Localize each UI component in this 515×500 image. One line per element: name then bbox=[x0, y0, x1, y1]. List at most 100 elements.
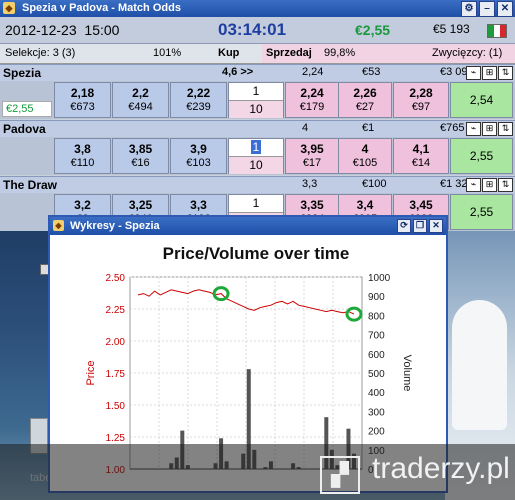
lay-volume: €27 bbox=[355, 101, 375, 113]
back-odds: 3,2 bbox=[74, 198, 91, 212]
runner-odds-row: 3,8 €110 3,85 €16 3,9 €103 1 10 3,95 €17 4 €105 4,1 €… bbox=[0, 137, 515, 175]
y-axis-label: Price bbox=[85, 360, 97, 385]
refresh-icon[interactable]: ⟳ bbox=[397, 219, 411, 233]
summary-bar: Selekcje: 3 (3) 101% Kup Sprzedaj 99,8% … bbox=[0, 44, 515, 64]
y2-tick-label: 800 bbox=[368, 311, 385, 322]
back-percentage: 101% bbox=[153, 47, 182, 59]
back-odds-button[interactable]: 2,2 €494 bbox=[112, 82, 169, 118]
expand-icon[interactable]: ⇅ bbox=[498, 178, 513, 192]
last-price-button[interactable]: 2,54 bbox=[450, 82, 513, 118]
settings-icon[interactable]: ⚙ bbox=[461, 1, 477, 17]
y-tick-label: 2.50 bbox=[106, 273, 126, 284]
runner-header[interactable]: Spezia 4,6 >> 2,24 €53 €3 099 ⌁ ⊞ ⇅ bbox=[0, 64, 515, 81]
runner-name[interactable]: Spezia bbox=[3, 66, 41, 80]
minimize-icon[interactable]: – bbox=[479, 1, 495, 17]
back-odds-button[interactable]: 3,85 €16 bbox=[112, 138, 169, 174]
back-odds-button[interactable]: 2,22 €239 bbox=[170, 82, 227, 118]
chart-app-icon: ◆ bbox=[53, 220, 64, 231]
y2-tick-label: 900 bbox=[368, 292, 385, 303]
chart-icon[interactable]: ⌁ bbox=[466, 66, 481, 80]
restore-icon[interactable]: ❐ bbox=[413, 219, 427, 233]
last-price: 2,55 bbox=[469, 149, 494, 163]
chart-icon[interactable]: ⌁ bbox=[466, 178, 481, 192]
runner-col3: €53 bbox=[362, 66, 381, 78]
winners-count: Zwycięzcy: (1) bbox=[432, 47, 503, 59]
app-icon: ◆ bbox=[3, 2, 15, 14]
y2-tick-label: 700 bbox=[368, 331, 385, 342]
back-odds: 3,8 bbox=[74, 142, 91, 156]
y2-tick-label: 300 bbox=[368, 407, 385, 418]
wallpaper-penguin bbox=[452, 300, 507, 430]
back-odds-button[interactable]: 3,9 €103 bbox=[170, 138, 227, 174]
y-tick-label: 1.75 bbox=[106, 369, 126, 380]
y2-axis-label: Volume bbox=[401, 355, 413, 392]
watermark-logo-icon: ▞ bbox=[320, 456, 360, 494]
lay-odds: 2,28 bbox=[409, 86, 433, 100]
runner-col2: 3,3 bbox=[302, 178, 318, 190]
ladder-icon[interactable]: ⊞ bbox=[482, 66, 497, 80]
lay-odds-button[interactable]: 2,28 €97 bbox=[393, 82, 449, 118]
countdown-clock: 03:14:01 bbox=[218, 20, 287, 39]
stake-value[interactable]: 1 bbox=[253, 196, 260, 210]
back-volume: €494 bbox=[128, 101, 153, 113]
runner-odds-row: €2,55 2,18 €673 2,2 €494 2,22 €239 1 10 2,24 €179 2… bbox=[0, 81, 515, 119]
close-icon[interactable]: ✕ bbox=[497, 1, 513, 17]
lay-odds-button[interactable]: 4,1 €14 bbox=[393, 138, 449, 174]
back-odds: 3,25 bbox=[128, 198, 153, 212]
last-price-button[interactable]: 2,55 bbox=[450, 138, 513, 174]
stake-input[interactable]: 110 bbox=[228, 138, 284, 174]
stake-multiplier[interactable]: 10 bbox=[229, 157, 283, 174]
runner-col4: €765 bbox=[440, 122, 465, 134]
expand-icon[interactable]: ⇅ bbox=[498, 122, 513, 136]
lay-header: Sprzedaj bbox=[266, 47, 312, 59]
stake-input[interactable]: 110 bbox=[228, 82, 284, 118]
lay-volume: €179 bbox=[299, 101, 325, 113]
runner-col2: 4 bbox=[302, 122, 309, 134]
last-price: 2,55 bbox=[469, 205, 494, 219]
runner-col3: €100 bbox=[362, 178, 387, 190]
runner-header[interactable]: Padova 4 €1 €765 ⌁ ⊞ ⇅ bbox=[0, 120, 515, 137]
lay-odds-button[interactable]: 4 €105 bbox=[338, 138, 392, 174]
lay-odds: 3,95 bbox=[300, 142, 324, 156]
back-odds-button[interactable]: 2,18 €673 bbox=[54, 82, 111, 118]
back-volume: €103 bbox=[186, 157, 211, 169]
lay-odds-button[interactable]: 3,95 €17 bbox=[285, 138, 339, 174]
chart-close-icon[interactable]: ✕ bbox=[429, 219, 443, 233]
lay-odds: 4,1 bbox=[412, 142, 430, 156]
stake-multiplier[interactable]: 10 bbox=[229, 101, 283, 118]
lay-percentage: 99,8% bbox=[324, 47, 356, 59]
back-odds: 2,2 bbox=[132, 86, 149, 100]
lay-volume: €14 bbox=[411, 157, 431, 169]
expand-icon[interactable]: ⇅ bbox=[498, 66, 513, 80]
last-price-button[interactable]: 2,55 bbox=[450, 194, 513, 230]
lay-odds: 4 bbox=[361, 142, 369, 156]
y2-tick-label: 1000 bbox=[368, 273, 391, 284]
runner-name[interactable]: Padova bbox=[3, 122, 46, 136]
back-volume: €110 bbox=[70, 157, 95, 169]
lay-volume: €17 bbox=[302, 157, 322, 169]
market-titlebar[interactable]: ◆ Spezia v Padova - Match Odds ⚙ – ✕ bbox=[0, 0, 515, 17]
back-odds-button[interactable]: 3,8 €110 bbox=[54, 138, 111, 174]
lay-odds-button[interactable]: 2,24 €179 bbox=[285, 82, 339, 118]
lay-odds: 3,45 bbox=[409, 198, 433, 212]
stake-value[interactable]: 1 bbox=[250, 140, 262, 154]
ladder-icon[interactable]: ⊞ bbox=[482, 178, 497, 192]
lay-odds: 2,26 bbox=[353, 86, 377, 100]
stake-value[interactable]: 1 bbox=[253, 84, 260, 98]
runner-header[interactable]: The Draw 3,3 €100 €1 329 ⌁ ⊞ ⇅ bbox=[0, 176, 515, 193]
back-volume: €673 bbox=[70, 101, 95, 113]
chart-window-title: Wykresy - Spezia bbox=[70, 220, 160, 232]
lay-odds-button[interactable]: 2,26 €27 bbox=[338, 82, 392, 118]
runner-col3: €1 bbox=[362, 122, 375, 134]
lay-odds: 2,24 bbox=[300, 86, 324, 100]
back-volume: €239 bbox=[186, 101, 211, 113]
flag-icon bbox=[487, 24, 507, 38]
back-volume: €16 bbox=[131, 157, 150, 169]
selections-count: Selekcje: 3 (3) bbox=[5, 47, 76, 59]
back-odds: 2,22 bbox=[186, 86, 211, 100]
runner-name[interactable]: The Draw bbox=[3, 178, 57, 192]
chart-icon[interactable]: ⌁ bbox=[466, 122, 481, 136]
chart-titlebar[interactable]: ◆ Wykresy - Spezia ⟳ ❐ ✕ bbox=[50, 217, 446, 235]
back-header: Kup bbox=[218, 47, 240, 59]
ladder-icon[interactable]: ⊞ bbox=[482, 122, 497, 136]
